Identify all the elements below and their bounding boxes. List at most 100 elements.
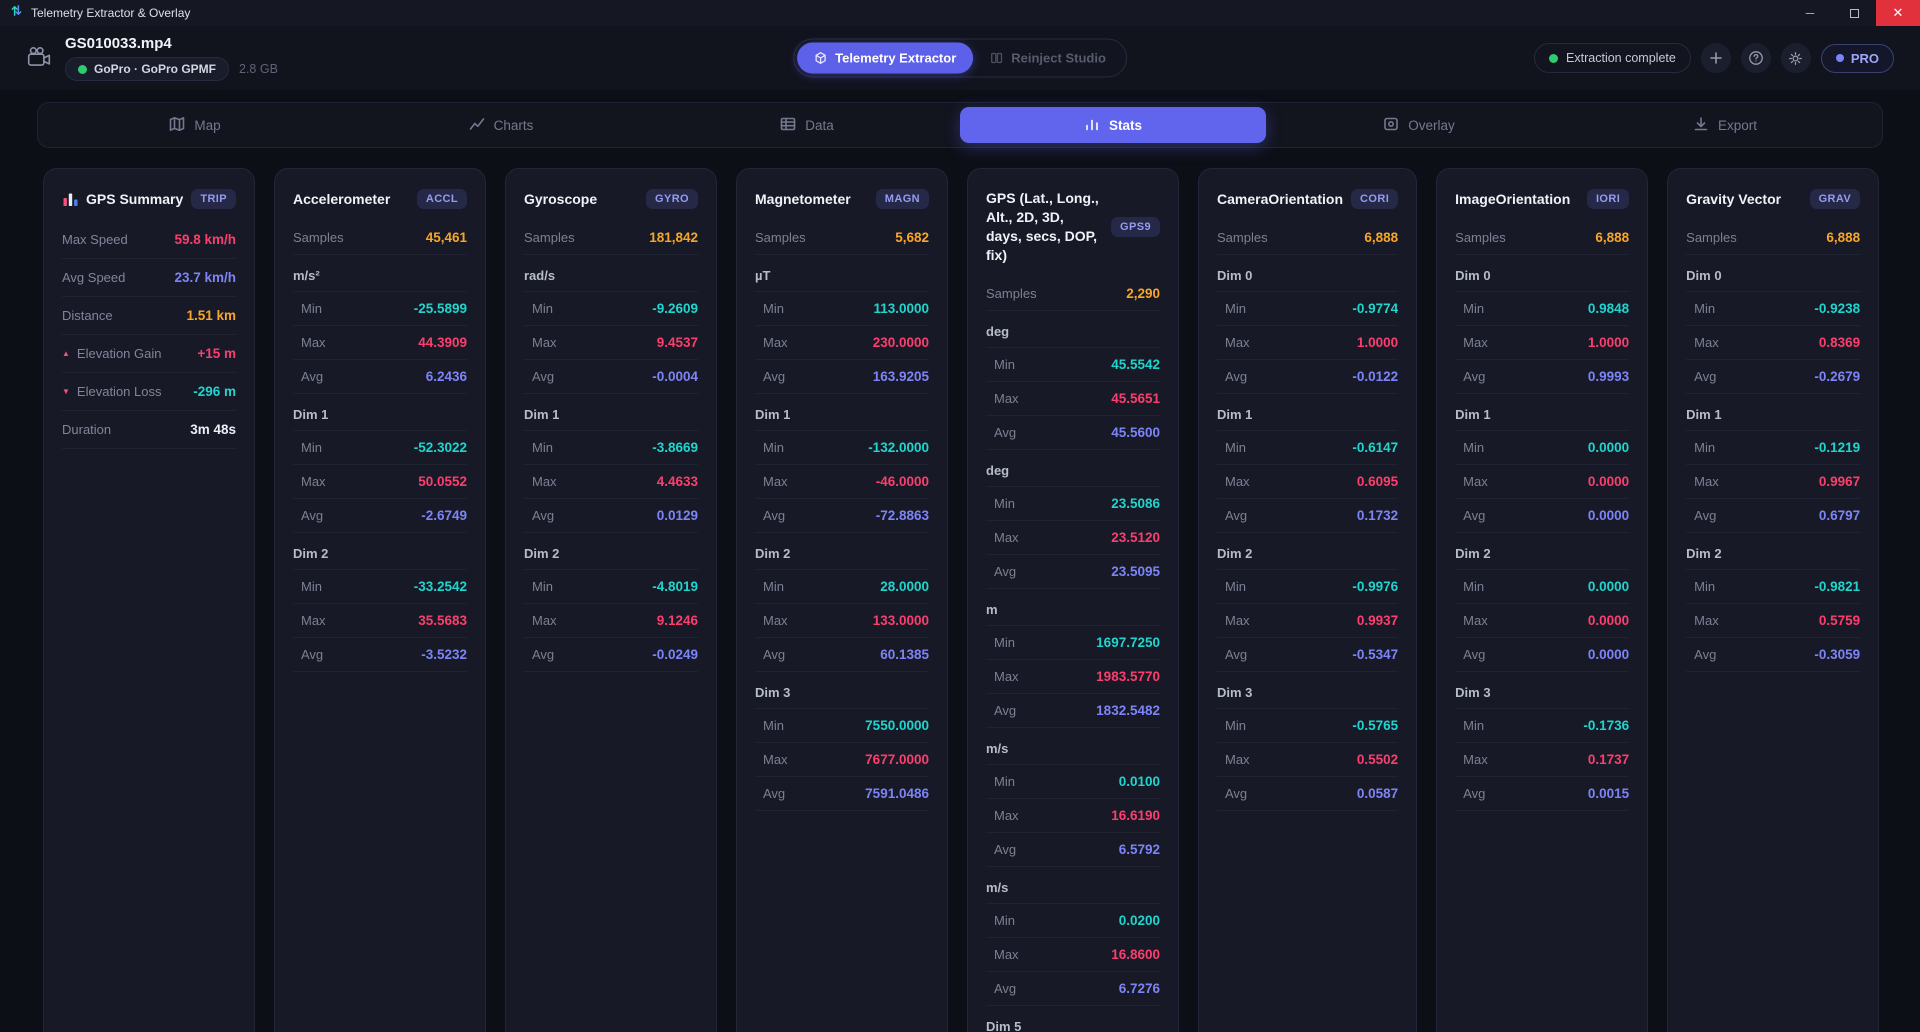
- maximize-button[interactable]: [1832, 0, 1876, 26]
- source-badge: GoPro · GoPro GPMF: [65, 57, 229, 81]
- max-label: Max: [1455, 474, 1488, 489]
- max-label: Max: [986, 530, 1019, 545]
- max-value: 0.9967: [1819, 474, 1860, 489]
- min-label: Min: [1686, 440, 1715, 455]
- help-button[interactable]: [1741, 43, 1771, 73]
- min-value: 45.5542: [1111, 357, 1160, 372]
- tab-data[interactable]: Data: [654, 107, 960, 143]
- question-icon: [1748, 50, 1764, 66]
- max-value: -46.0000: [876, 474, 929, 489]
- max-row: Max 0.0000: [1455, 604, 1629, 638]
- max-row: Max 9.1246: [524, 604, 698, 638]
- stat-section: Dim 1 Min 0.0000 Max 0.0000 Avg 0.0000: [1455, 394, 1629, 533]
- stat-section: Dim 0 Min -0.9774 Max 1.0000 Avg -0.0122: [1217, 255, 1398, 394]
- min-value: -0.1736: [1583, 718, 1629, 733]
- stat-section: Dim 1 Min -3.8669 Max 4.4633 Avg 0.0129: [524, 394, 698, 533]
- max-value: 0.5502: [1357, 752, 1398, 767]
- sensor-card-gps9: GPS (Lat., Long., Alt., 2D, 3D, days, se…: [967, 168, 1179, 1032]
- pro-dot-icon: [1836, 54, 1844, 62]
- file-name: GS010033.mp4: [65, 35, 278, 52]
- avg-value: -3.5232: [421, 647, 467, 662]
- max-row: Max 0.8369: [1686, 326, 1860, 360]
- samples-row: Samples 6,888: [1217, 221, 1398, 255]
- mode-label: Telemetry Extractor: [835, 51, 956, 66]
- stat-section: Dim 2 Min -4.8019 Max 9.1246 Avg -0.0249: [524, 533, 698, 672]
- avg-value: 23.5095: [1111, 564, 1160, 579]
- summary-row-label: Avg Speed: [62, 270, 125, 285]
- avg-row: Avg 0.0015: [1455, 777, 1629, 811]
- samples-label: Samples: [524, 230, 575, 245]
- sensor-card-gyro: Gyroscope GYRO Samples 181,842 rad/s Min…: [505, 168, 717, 1032]
- avg-value: 0.0000: [1588, 508, 1629, 523]
- stat-section: Dim 2 Min -0.9821 Max 0.5759 Avg -0.3059: [1686, 533, 1860, 672]
- avg-row: Avg -0.2679: [1686, 360, 1860, 394]
- pro-button[interactable]: PRO: [1821, 44, 1894, 73]
- tab-map[interactable]: Map: [42, 107, 348, 143]
- avg-label: Avg: [986, 703, 1016, 718]
- max-value: 1.0000: [1588, 335, 1629, 350]
- max-value: 9.4537: [657, 335, 698, 350]
- max-label: Max: [1686, 474, 1719, 489]
- tab-export[interactable]: Export: [1572, 107, 1878, 143]
- add-file-button[interactable]: [1701, 43, 1731, 73]
- samples-label: Samples: [293, 230, 344, 245]
- max-label: Max: [1686, 335, 1719, 350]
- max-row: Max 0.9937: [1217, 604, 1398, 638]
- section-name: deg: [986, 450, 1160, 487]
- mode-button-telemetry-extractor[interactable]: Telemetry Extractor: [797, 43, 973, 74]
- min-row: Min -0.9976: [1217, 570, 1398, 604]
- summary-row-value: +15 m: [197, 346, 236, 361]
- max-value: 23.5120: [1111, 530, 1160, 545]
- max-row: Max 0.5759: [1686, 604, 1860, 638]
- samples-value: 6,888: [1595, 230, 1629, 245]
- stat-section: Dim 2 Min 28.0000 Max 133.0000 Avg 60.13…: [755, 533, 929, 672]
- summary-rows: Max Speed 59.8 km/h Avg Speed 23.7 km/h …: [62, 221, 236, 449]
- stat-section: m/s² Min -25.5899 Max 44.3909 Avg 6.2436: [293, 255, 467, 394]
- tab-label: Data: [805, 118, 834, 133]
- summary-row-value: 59.8 km/h: [174, 232, 236, 247]
- max-row: Max -46.0000: [755, 465, 929, 499]
- max-label: Max: [1455, 335, 1488, 350]
- min-row: Min 0.0000: [1455, 570, 1629, 604]
- close-button[interactable]: ✕: [1876, 0, 1920, 26]
- min-label: Min: [1217, 579, 1246, 594]
- min-row: Min -0.9821: [1686, 570, 1860, 604]
- section-name: Dim 2: [293, 533, 467, 570]
- avg-value: 6.2436: [426, 369, 467, 384]
- min-row: Min 0.0000: [1455, 431, 1629, 465]
- avg-label: Avg: [1217, 369, 1247, 384]
- summary-row: Duration 3m 48s: [62, 411, 236, 449]
- summary-row-label: Max Speed: [62, 232, 128, 247]
- mode-button-reinject-studio[interactable]: Reinject Studio: [973, 43, 1123, 74]
- avg-value: 6.7276: [1119, 981, 1160, 996]
- samples-value: 5,682: [895, 230, 929, 245]
- card-badge: GRAV: [1810, 189, 1861, 209]
- stat-section: Dim 1 Min -0.6147 Max 0.6095 Avg 0.1732: [1217, 394, 1398, 533]
- min-row: Min 7550.0000: [755, 709, 929, 743]
- samples-value: 6,888: [1364, 230, 1398, 245]
- max-row: Max 45.5651: [986, 382, 1160, 416]
- avg-value: 1832.5482: [1096, 703, 1160, 718]
- max-row: Max 23.5120: [986, 521, 1160, 555]
- avg-label: Avg: [1455, 647, 1485, 662]
- file-info: GS010033.mp4 GoPro · GoPro GPMF 2.8 GB: [26, 35, 278, 81]
- file-size: 2.8 GB: [239, 62, 278, 76]
- minimize-button[interactable]: ─: [1788, 0, 1832, 26]
- max-row: Max 0.6095: [1217, 465, 1398, 499]
- avg-row: Avg -0.3059: [1686, 638, 1860, 672]
- tab-stats[interactable]: Stats: [960, 107, 1266, 143]
- card-header: GPS (Lat., Long., Alt., 2D, 3D, days, se…: [986, 185, 1160, 277]
- min-label: Min: [986, 357, 1015, 372]
- min-value: -0.9976: [1352, 579, 1398, 594]
- tab-charts[interactable]: Charts: [348, 107, 654, 143]
- file-meta: GoPro · GoPro GPMF 2.8 GB: [65, 57, 278, 81]
- avg-row: Avg 163.9205: [755, 360, 929, 394]
- tab-label: Export: [1718, 118, 1757, 133]
- summary-row-value: 3m 48s: [190, 422, 236, 437]
- settings-button[interactable]: [1781, 43, 1811, 73]
- stat-section: Dim 1 Min -0.1219 Max 0.9967 Avg 0.6797: [1686, 394, 1860, 533]
- sensor-card-cori: CameraOrientation CORI Samples 6,888 Dim…: [1198, 168, 1417, 1032]
- tab-overlay[interactable]: Overlay: [1266, 107, 1572, 143]
- card-header: CameraOrientation CORI: [1217, 185, 1398, 221]
- maximize-icon: [1850, 9, 1859, 18]
